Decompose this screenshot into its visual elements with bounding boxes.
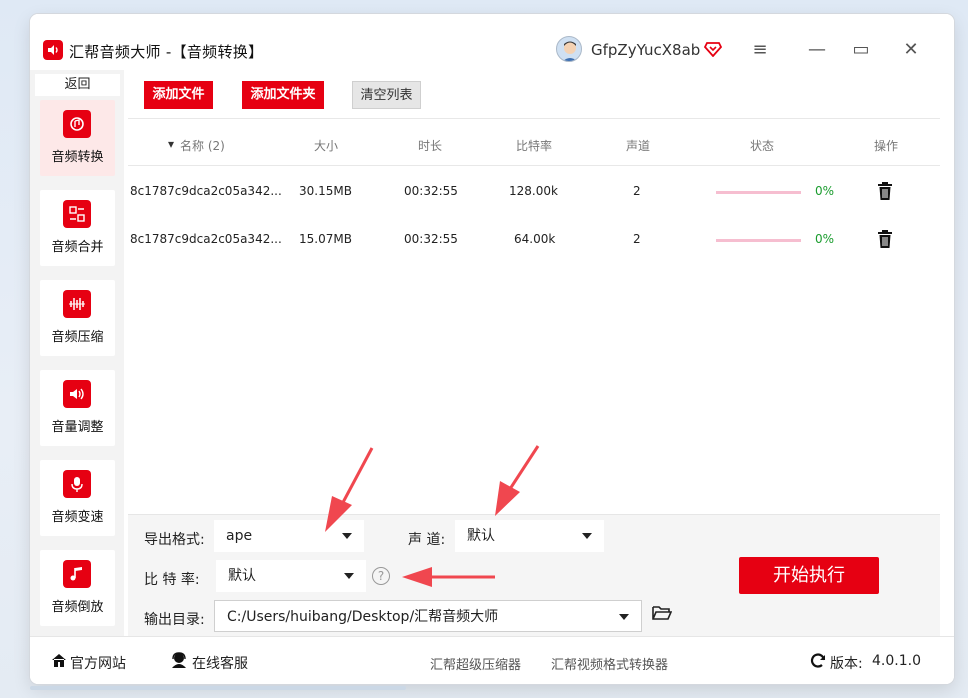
table-row[interactable]: 8c1787c9dca2c05a342... 15.07MB 00:32:55 …	[128, 216, 940, 264]
folder-open-icon[interactable]	[652, 604, 673, 622]
minimize-button[interactable]: —	[806, 38, 828, 60]
bitrate-label: 比 特 率:	[144, 572, 200, 588]
progress-bar	[716, 239, 801, 242]
file-channels: 2	[633, 232, 641, 246]
username[interactable]: GfpZyYucX8ab	[591, 41, 700, 59]
help-icon[interactable]: ?	[372, 567, 390, 585]
column-channels[interactable]: 声道	[626, 137, 650, 154]
progress-percent: 0%	[815, 232, 835, 246]
channel-value: 默认	[467, 528, 495, 544]
sidebar-item-audio-merge[interactable]: 音频合并	[40, 190, 115, 266]
table-row[interactable]: 8c1787c9dca2c05a342... 30.15MB 00:32:55 …	[128, 168, 940, 216]
output-dir-select[interactable]: C:/Users/huibang/Desktop/汇帮音频大师	[214, 600, 642, 632]
column-size[interactable]: 大小	[314, 137, 338, 154]
music-note-icon	[63, 560, 91, 588]
home-icon	[50, 651, 68, 673]
file-table: ▾ 名称 (2) 大小 时长 比特率 声道 状态 操作 8c1787c9dca2…	[128, 118, 940, 514]
file-duration: 00:32:55	[404, 232, 458, 246]
footer: 官方网站 在线客服 汇帮超级压缩器 汇帮视频格式转换器 版本: 4.0.1.0	[30, 636, 954, 684]
start-button[interactable]: 开始执行	[739, 557, 879, 594]
sidebar-item-label: 音量调整	[51, 420, 104, 435]
super-compressor-link[interactable]: 汇帮超级压缩器	[430, 654, 521, 673]
bitrate-select[interactable]: 默认	[216, 560, 366, 592]
user-avatar[interactable]	[556, 36, 582, 62]
sidebar: 返回 音频转换 音频合并 音频压缩 音量调整 音频变速 音频倒放	[30, 70, 124, 636]
sidebar-item-label: 音频合并	[51, 240, 104, 255]
settings-panel: 导出格式: ape 声 道: 默认 比 特 率: 默认 ? 开始执行 输出目录:…	[128, 514, 940, 636]
sidebar-item-volume[interactable]: 音量调整	[40, 370, 115, 446]
sidebar-item-audio-speed[interactable]: 音频变速	[40, 460, 115, 536]
format-label: 导出格式:	[144, 532, 205, 548]
trash-icon[interactable]	[876, 181, 894, 201]
channel-label: 声 道:	[408, 532, 446, 548]
file-duration: 00:32:55	[404, 184, 458, 198]
progress-percent: 0%	[815, 184, 835, 198]
vip-diamond-icon[interactable]	[703, 39, 723, 58]
online-support-link[interactable]: 在线客服	[192, 653, 248, 673]
trash-icon[interactable]	[876, 229, 894, 249]
menu-icon[interactable]: ≡	[749, 38, 771, 60]
column-name[interactable]: 名称 (2)	[180, 137, 225, 154]
chevron-down-icon	[582, 533, 592, 539]
chevron-down-icon	[344, 573, 354, 579]
chevron-down-icon	[619, 614, 629, 620]
format-select[interactable]: ape	[214, 520, 364, 552]
table-header: ▾ 名称 (2) 大小 时长 比特率 声道 状态 操作	[128, 118, 940, 166]
sidebar-item-audio-reverse[interactable]: 音频倒放	[40, 550, 115, 626]
sidebar-item-label: 音频倒放	[51, 600, 104, 615]
sidebar-item-label: 音频变速	[51, 510, 104, 525]
column-bitrate[interactable]: 比特率	[516, 137, 552, 154]
file-bitrate: 64.00k	[514, 232, 556, 246]
sidebar-item-label: 音频压缩	[51, 330, 104, 345]
add-file-button[interactable]: 添加文件	[144, 81, 213, 109]
channel-select[interactable]: 默认	[455, 520, 604, 552]
title-bar: 汇帮音频大师 -【音频转换】 GfpZyYucX8ab ≡ — ▭ ✕	[30, 14, 954, 70]
chevron-down-icon	[342, 533, 352, 539]
column-status: 状态	[750, 139, 775, 153]
file-bitrate: 128.00k	[509, 184, 558, 198]
output-label: 输出目录:	[144, 612, 205, 628]
volume-icon	[63, 380, 91, 408]
progress-bar	[716, 191, 801, 194]
app-window: 汇帮音频大师 -【音频转换】 GfpZyYucX8ab ≡ — ▭ ✕ 返回 音…	[30, 14, 954, 684]
app-logo-icon	[43, 40, 63, 60]
sidebar-item-label: 音频转换	[51, 150, 104, 165]
audio-convert-icon	[63, 110, 91, 138]
file-channels: 2	[633, 184, 641, 198]
sidebar-item-audio-compress[interactable]: 音频压缩	[40, 280, 115, 356]
output-dir-value: C:/Users/huibang/Desktop/汇帮音频大师	[227, 609, 499, 625]
column-duration[interactable]: 时长	[418, 137, 442, 154]
audio-compress-icon	[63, 290, 91, 318]
microphone-icon	[63, 470, 91, 498]
sort-desc-icon[interactable]: ▾	[168, 137, 174, 151]
app-title: 汇帮音频大师 -【音频转换】	[69, 43, 264, 61]
file-name: 8c1787c9dca2c05a342...	[130, 184, 282, 198]
file-size: 30.15MB	[299, 184, 352, 198]
version-value: 4.0.1.0	[872, 653, 921, 669]
refresh-icon[interactable]	[809, 652, 827, 674]
official-website-link[interactable]: 官方网站	[70, 653, 126, 673]
file-name: 8c1787c9dca2c05a342...	[130, 232, 282, 246]
bitrate-value: 默认	[228, 568, 256, 584]
column-actions: 操作	[874, 139, 899, 153]
horizontal-scrollbar[interactable]	[30, 686, 406, 690]
version-label: 版本:	[830, 656, 863, 672]
video-converter-link[interactable]: 汇帮视频格式转换器	[551, 654, 668, 673]
file-size: 15.07MB	[299, 232, 352, 246]
format-value: ape	[226, 528, 253, 544]
audio-merge-icon	[63, 200, 91, 228]
clear-list-button[interactable]: 清空列表	[352, 81, 421, 109]
maximize-button[interactable]: ▭	[850, 38, 872, 60]
add-folder-button[interactable]: 添加文件夹	[242, 81, 324, 109]
sidebar-item-audio-convert[interactable]: 音频转换	[40, 100, 115, 176]
back-button[interactable]: 返回	[35, 74, 120, 96]
customer-service-icon	[170, 651, 188, 673]
close-button[interactable]: ✕	[900, 38, 922, 60]
